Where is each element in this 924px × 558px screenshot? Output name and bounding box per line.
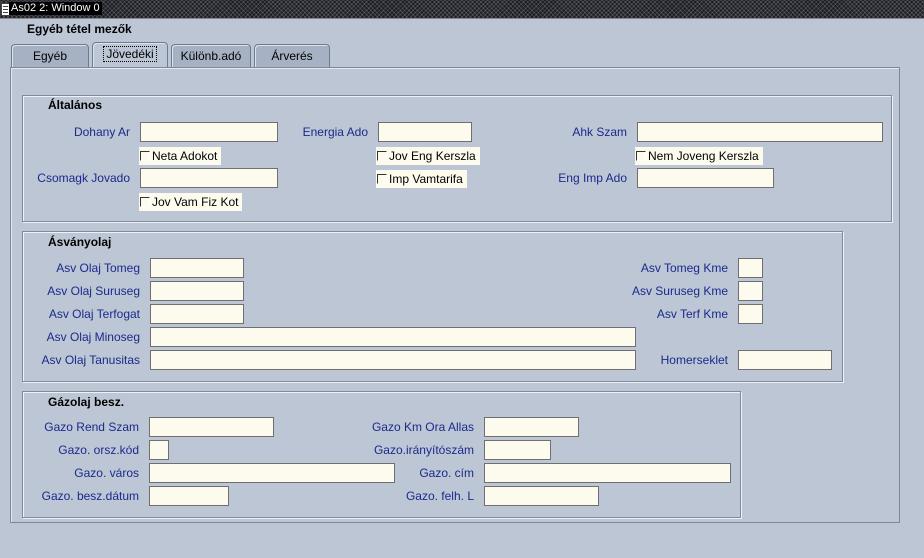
tab-kulonb-ado-label: Különb.adó <box>180 49 242 63</box>
gazo-felh-l-field[interactable] <box>484 486 599 506</box>
jov-eng-kerszla-label: Jov Eng Kerszla <box>389 149 476 163</box>
jov-eng-kerszla-checkbox[interactable]: Jov Eng Kerszla <box>376 147 480 165</box>
neta-adokot-checkbox[interactable]: Neta Adokot <box>139 147 222 165</box>
gazo-cim-field[interactable] <box>484 463 731 483</box>
group-altalanos-title: Általános <box>48 98 103 112</box>
checkbox-box-icon[interactable] <box>140 197 150 207</box>
eng-imp-ado-field[interactable] <box>637 168 774 188</box>
asv-olaj-tomeg-field[interactable] <box>150 258 244 278</box>
jov-vam-fiz-kot-checkbox[interactable]: Jov Vam Fiz Kot <box>139 193 243 211</box>
checkbox-box-icon[interactable] <box>636 151 646 161</box>
energia-ado-label: Energia Ado <box>302 125 368 139</box>
gazo-rend-szam-field[interactable] <box>149 417 274 437</box>
asv-tomeg-kme-field[interactable] <box>738 258 763 278</box>
checkbox-box-icon[interactable] <box>140 151 150 161</box>
gazo-felh-l-label: Gazo. felh. L <box>405 489 474 503</box>
eng-imp-ado-label: Eng Imp Ado <box>558 171 627 185</box>
asv-terf-kme-field[interactable] <box>738 304 763 324</box>
gazo-iranyitoszam-label: Gazo.irányítószám <box>373 443 474 457</box>
gazo-orsz-kod-label: Gazo. orsz.kód <box>58 443 139 457</box>
ahk-szam-field[interactable] <box>637 122 883 142</box>
gazo-iranyitoszam-field[interactable] <box>484 440 551 460</box>
checkbox-box-icon[interactable] <box>377 174 387 184</box>
nem-joveng-kerszla-checkbox[interactable]: Nem Joveng Kerszla <box>635 147 763 165</box>
tab-jovedeki[interactable]: Jövedéki <box>92 42 168 67</box>
ahk-szam-label: Ahk Szam <box>572 125 627 139</box>
form-title: Egyéb tétel mezők <box>27 22 132 36</box>
tab-egyeb[interactable]: Egyéb <box>11 44 89 67</box>
window-title: As02 2: Window 0 <box>9 2 102 15</box>
asv-olaj-terfogat-field[interactable] <box>150 304 244 324</box>
tab-arveres[interactable]: Árverés <box>254 44 330 67</box>
nem-joveng-kerszla-label: Nem Joveng Kerszla <box>648 149 759 163</box>
asv-olaj-tanusitas-field[interactable] <box>150 350 636 370</box>
gazo-rend-szam-label: Gazo Rend Szam <box>44 420 139 434</box>
asv-olaj-terfogat-label: Asv Olaj Terfogat <box>48 307 140 321</box>
tab-jovedeki-label: Jövedéki <box>103 46 157 62</box>
tab-egyeb-label: Egyéb <box>32 49 68 63</box>
homerseklet-label: Homerseklet <box>660 353 728 367</box>
group-asvanyolaj-title: Ásványolaj <box>48 235 112 249</box>
imp-vamtarifa-label: Imp Vamtarifa <box>389 172 463 186</box>
gazo-km-ora-allas-label: Gazo Km Ora Allas <box>371 420 474 434</box>
dohany-ar-label: Dohany Ar <box>73 125 130 139</box>
asv-olaj-suruseg-label: Asv Olaj Suruseg <box>47 284 140 298</box>
energia-ado-field[interactable] <box>378 122 472 142</box>
gazo-km-ora-allas-field[interactable] <box>484 417 579 437</box>
tab-kulonb-ado[interactable]: Különb.adó <box>171 44 251 67</box>
checkbox-box-icon[interactable] <box>377 151 387 161</box>
gazo-orsz-kod-field[interactable] <box>149 440 169 460</box>
asv-olaj-minoseg-label: Asv Olaj Minoseg <box>46 330 140 344</box>
asv-olaj-minoseg-field[interactable] <box>150 327 636 347</box>
gazo-varos-label: Gazo. város <box>74 466 139 480</box>
asv-olaj-tomeg-label: Asv Olaj Tomeg <box>56 261 140 275</box>
asv-olaj-tanusitas-label: Asv Olaj Tanusitas <box>41 353 141 367</box>
dohany-ar-field[interactable] <box>140 122 278 142</box>
jov-vam-fiz-kot-label: Jov Vam Fiz Kot <box>152 195 239 209</box>
gazo-cim-label: Gazo. cím <box>419 466 474 480</box>
homerseklet-field[interactable] <box>738 350 832 370</box>
tab-arveres-label: Árverés <box>271 49 313 63</box>
asv-terf-kme-label: Asv Terf Kme <box>656 307 728 321</box>
window-titlebar[interactable]: As02 2: Window 0 <box>0 0 924 19</box>
gazo-besz-datum-label: Gazo. besz.dátum <box>41 489 139 503</box>
asv-suruseg-kme-label: Asv Suruseg Kme <box>631 284 728 298</box>
gazo-besz-datum-field[interactable] <box>149 486 229 506</box>
imp-vamtarifa-checkbox[interactable]: Imp Vamtarifa <box>376 170 467 188</box>
asv-suruseg-kme-field[interactable] <box>738 281 763 301</box>
asv-tomeg-kme-label: Asv Tomeg Kme <box>640 261 728 275</box>
neta-adokot-label: Neta Adokot <box>152 149 218 163</box>
group-gazolaj-title: Gázolaj besz. <box>48 395 125 409</box>
csomagk-jovado-field[interactable] <box>140 168 278 188</box>
asv-olaj-suruseg-field[interactable] <box>150 281 244 301</box>
csomagk-jovado-label: Csomagk Jovado <box>37 171 130 185</box>
